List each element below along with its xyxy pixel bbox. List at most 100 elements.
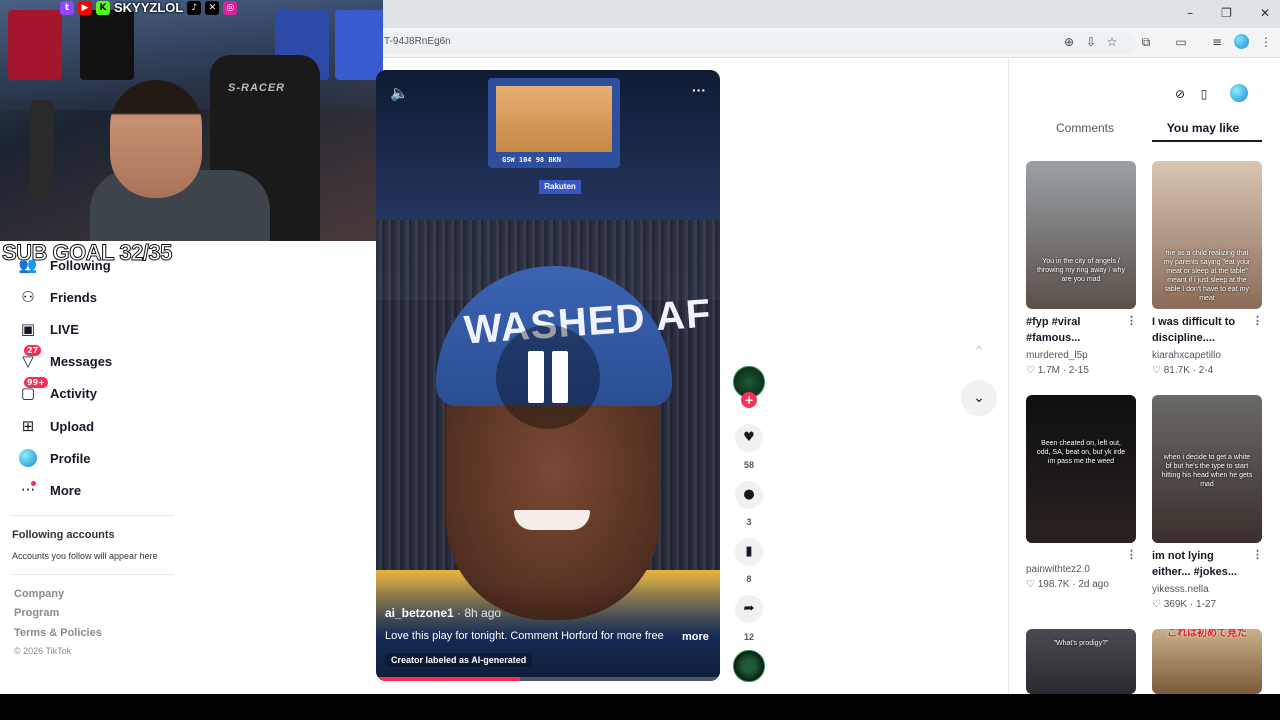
bookmark-icon: ▮	[745, 544, 753, 559]
video-caption: Love this play for tonight. Comment Horf…	[385, 630, 664, 642]
card-date: 2-4	[1198, 365, 1214, 376]
footer-link-company[interactable]: Company	[14, 588, 64, 600]
streamer-handle: SKYYZLOL	[114, 0, 184, 15]
chair-brand: S-RACER	[228, 82, 286, 94]
card-stats: ♡ 81.7K · 2-4	[1152, 365, 1214, 376]
chevron-down-icon: ⌄	[973, 390, 985, 406]
card-author[interactable]: painwithtez2.0	[1026, 564, 1090, 575]
browser-menu-icon[interactable]: ⋮	[1258, 34, 1274, 50]
sidebar-item-more[interactable]: ··· More	[18, 478, 81, 502]
extension-avatar-icon[interactable]	[1234, 34, 1249, 49]
profile-avatar-icon[interactable]	[1230, 84, 1248, 102]
heart-icon: ♥	[743, 430, 755, 445]
share-icon: ➦	[743, 601, 755, 616]
video-player[interactable]: GSW 104 98 BKN Rakuten WASHED AF 🔈 ··· a…	[376, 70, 720, 681]
video-thumbnail[interactable]: Been cheated on, left out, odd, SA, beat…	[1026, 395, 1136, 543]
tab-you-may-like[interactable]: You may like	[1147, 121, 1259, 135]
sidebar-item-friends[interactable]: ⚇ Friends	[18, 285, 97, 309]
tiktok-icon: ♪	[187, 0, 202, 15]
address-bar[interactable]	[376, 32, 1136, 54]
card-stats: ♡ 369K · 1-27	[1152, 599, 1217, 610]
sidebar-item-profile[interactable]: Profile	[18, 446, 90, 470]
share-count: 12	[743, 632, 754, 642]
more-icon: ···	[20, 481, 36, 499]
video-progress-bar[interactable]	[376, 677, 720, 681]
device-icon[interactable]: ▯	[1196, 86, 1212, 102]
footer-link-program[interactable]: Program	[14, 607, 59, 619]
follow-plus-icon[interactable]: +	[741, 392, 757, 408]
card-options-icon[interactable]: ⋮	[1252, 314, 1263, 327]
previous-video-button[interactable]: ⌃	[961, 334, 997, 370]
sidebar-item-messages[interactable]: ▽ 27 Messages	[18, 345, 113, 373]
sidebar-item-activity[interactable]: ▢ 99+ Activity	[18, 377, 97, 405]
restore-button[interactable]: ❐	[1221, 6, 1232, 20]
sidebar-item-following[interactable]: 👥 Following	[18, 253, 111, 277]
divider	[12, 515, 174, 516]
card-date: 2d ago	[1078, 579, 1109, 590]
copyright: © 2026 TikTok	[14, 646, 72, 656]
video-options-icon[interactable]: ···	[692, 82, 706, 98]
messages-badge: 27	[24, 345, 42, 356]
video-thumbnail[interactable]: "What's prodigy?"	[1026, 629, 1136, 694]
footer-link-terms[interactable]: Terms & Policies	[14, 627, 102, 639]
comment-button[interactable]: ●	[735, 481, 763, 509]
card-options-icon[interactable]: ⋮	[1126, 314, 1137, 327]
card-options-icon[interactable]: ⋮	[1126, 548, 1137, 561]
tab-search-icon[interactable]: ▭	[1173, 34, 1189, 50]
address-url[interactable]: T-94J8RnEg6n	[384, 36, 451, 47]
video-thumbnail[interactable]: when i decide to get a white bf but he's…	[1152, 395, 1262, 543]
video-thumbnail[interactable]: You in the city of angels / throwing my …	[1026, 161, 1136, 309]
music-disc[interactable]	[733, 650, 765, 682]
video-thumbnail[interactable]: me as a child realizing that my parents …	[1152, 161, 1262, 309]
card-title[interactable]: #fyp #viral #famous...	[1026, 314, 1126, 346]
minimize-button[interactable]: –	[1187, 6, 1193, 20]
bookmark-star-icon[interactable]: ☆	[1104, 34, 1120, 50]
youtube-icon: ▶	[78, 0, 92, 15]
volume-icon[interactable]: 🔈	[390, 84, 409, 102]
like-count: 58	[743, 460, 754, 470]
thumbnail-text: "What's prodigy?"	[1053, 640, 1109, 647]
card-author[interactable]: yikesss.nella	[1152, 584, 1209, 595]
card-title[interactable]: im not lying either... #jokes...	[1152, 548, 1252, 580]
notification-dot	[31, 481, 36, 486]
tab-comments[interactable]: Comments	[1029, 121, 1141, 135]
thumbnail-text: Been cheated on, left out, odd, SA, beat…	[1036, 440, 1126, 465]
bottom-letterbox	[0, 694, 1280, 720]
compass-icon[interactable]: ⊘	[1172, 86, 1188, 102]
card-options-icon[interactable]: ⋮	[1252, 548, 1263, 561]
card-author[interactable]: murdered_l5p	[1026, 350, 1088, 361]
jersey-poster	[8, 10, 62, 80]
video-author[interactable]: ai_betzone1	[385, 606, 454, 620]
video-time: · 8h ago	[453, 606, 502, 620]
sidebar-item-live[interactable]: ▣ LIVE	[18, 317, 79, 341]
caption-more-link[interactable]: more	[682, 631, 709, 643]
card-title[interactable]: I was difficult to discipline....	[1152, 314, 1252, 346]
card-likes: 1.7M	[1037, 365, 1060, 376]
next-video-button[interactable]: ⌄	[961, 380, 997, 416]
scoreboard-score: GSW 104 98 BKN	[502, 156, 562, 164]
activity-badge: 99+	[24, 377, 48, 388]
install-icon[interactable]: ⇩	[1083, 34, 1099, 50]
sidebar-item-upload[interactable]: ⊞ Upload	[18, 414, 94, 438]
like-button[interactable]: ♥	[735, 424, 763, 452]
sidebar-item-label: Messages	[50, 353, 113, 369]
card-author[interactable]: kiarahxcapetillo	[1152, 350, 1221, 361]
zoom-icon[interactable]: ⊕	[1061, 34, 1077, 50]
twitch-icon: t	[60, 0, 74, 15]
thumbnail-text: me as a child realizing that my parents …	[1163, 250, 1251, 302]
sidebar-item-label: Upload	[50, 418, 95, 434]
thumbnail-text: これは初めて見た	[1167, 629, 1247, 639]
video-author-row[interactable]: ai_betzone1 · 8h ago	[385, 606, 501, 620]
close-button[interactable]: ✕	[1260, 6, 1270, 20]
following-accounts-title: Following accounts	[12, 529, 115, 541]
save-button[interactable]: ▮	[735, 538, 763, 566]
card-date: 2-15	[1068, 365, 1089, 376]
x-icon: ✕	[205, 0, 220, 15]
video-thumbnail[interactable]: これは初めて見た	[1152, 629, 1262, 694]
streamer-head	[110, 80, 202, 198]
share-button[interactable]: ➦	[735, 595, 763, 623]
extensions-icon[interactable]: ⧉	[1138, 34, 1154, 50]
pause-button[interactable]	[496, 325, 600, 429]
heart-outline-icon: ♡	[1026, 365, 1038, 376]
media-control-icon[interactable]: ≡	[1209, 34, 1225, 50]
